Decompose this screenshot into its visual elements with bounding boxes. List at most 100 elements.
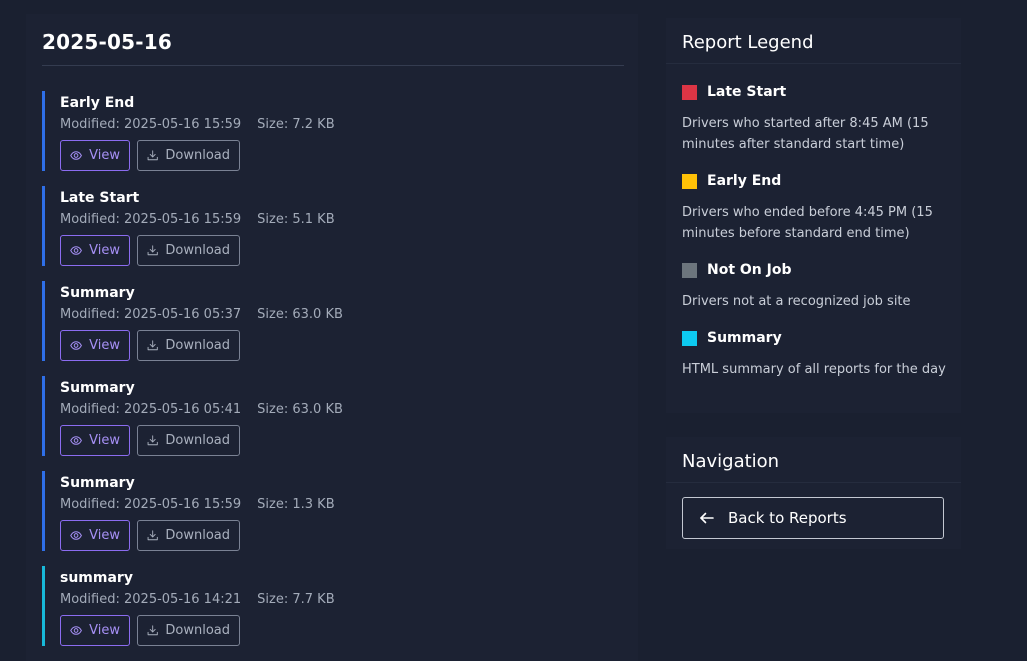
report-title: summary bbox=[60, 570, 133, 586]
download-icon bbox=[147, 340, 158, 351]
download-button-label: Download bbox=[165, 338, 230, 353]
arrow-left-icon bbox=[700, 512, 714, 524]
view-button-label: View bbox=[89, 243, 120, 258]
modified-value: 2025-05-16 05:41 bbox=[124, 402, 242, 417]
legend-description: Drivers who started after 8:45 AM (15 mi… bbox=[682, 116, 929, 152]
download-button-label: Download bbox=[165, 243, 230, 258]
size-prefix: Size: bbox=[257, 402, 289, 417]
report-meta: Modified: 2025-05-16 15:59 Size: 7.2 KB bbox=[60, 117, 335, 132]
report-item: Early End Modified: 2025-05-16 15:59 Size:… bbox=[42, 91, 622, 171]
report-meta: Modified: 2025-05-16 14:21 Size: 7.7 KB bbox=[60, 592, 335, 607]
download-button-label: Download bbox=[165, 148, 230, 163]
view-button-label: View bbox=[89, 338, 120, 353]
report-actions: View Download bbox=[60, 425, 240, 456]
report-list: Early End Modified: 2025-05-16 15:59 Size:… bbox=[42, 91, 622, 661]
report-title: Summary bbox=[60, 285, 135, 301]
report-meta: Modified: 2025-05-16 05:37 Size: 63.0 KB bbox=[60, 307, 343, 322]
divider bbox=[42, 65, 624, 66]
legend-head: Early End bbox=[682, 171, 952, 191]
back-to-reports-button[interactable]: Back to Reports bbox=[682, 497, 944, 539]
report-actions: View Download bbox=[60, 140, 240, 171]
eye-icon bbox=[70, 436, 82, 445]
legend-list: Late Start Drivers who started after 8:45… bbox=[682, 82, 952, 396]
report-title: Early End bbox=[60, 95, 135, 111]
size-prefix: Size: bbox=[257, 307, 289, 322]
legend-swatch bbox=[682, 262, 697, 278]
size-value: 63.0 KB bbox=[292, 402, 343, 417]
view-button-label: View bbox=[89, 148, 120, 163]
modified-prefix: Modified: bbox=[60, 402, 120, 417]
legend-swatch bbox=[682, 173, 697, 189]
size-value: 63.0 KB bbox=[292, 307, 343, 322]
size-value: 7.7 KB bbox=[292, 592, 335, 607]
modified-prefix: Modified: bbox=[60, 592, 120, 607]
download-icon bbox=[147, 150, 158, 161]
size-value: 7.2 KB bbox=[292, 117, 335, 132]
legend-item: Not On Job Drivers not at a recognized jo… bbox=[682, 260, 952, 312]
download-button[interactable]: Download bbox=[137, 235, 240, 266]
report-title: Late Start bbox=[60, 190, 140, 206]
download-icon bbox=[147, 245, 158, 256]
reports-panel: 2025-05-16 Early End Modified: 2025-05-16… bbox=[26, 14, 638, 661]
size-prefix: Size: bbox=[257, 497, 289, 512]
divider bbox=[666, 63, 961, 64]
download-icon bbox=[147, 625, 158, 636]
view-button-label: View bbox=[89, 433, 120, 448]
modified-prefix: Modified: bbox=[60, 117, 120, 132]
legend-item: Summary HTML summary of all reports for t… bbox=[682, 328, 952, 380]
view-button[interactable]: View bbox=[60, 520, 130, 551]
report-title: Summary bbox=[60, 475, 135, 491]
view-button[interactable]: View bbox=[60, 140, 130, 171]
download-button[interactable]: Download bbox=[137, 520, 240, 551]
legend-label: Early End bbox=[707, 173, 782, 189]
back-button-label: Back to Reports bbox=[728, 509, 847, 527]
size-value: 5.1 KB bbox=[292, 212, 335, 227]
eye-icon bbox=[70, 246, 82, 255]
eye-icon bbox=[70, 151, 82, 160]
legend-item: Late Start Drivers who started after 8:45… bbox=[682, 82, 952, 155]
view-button-label: View bbox=[89, 528, 120, 543]
download-button-label: Download bbox=[165, 528, 230, 543]
report-item: Late Start Modified: 2025-05-16 15:59 Size… bbox=[42, 186, 622, 266]
report-item: Summary Modified: 2025-05-16 05:41 Size: 6… bbox=[42, 376, 622, 456]
report-item: summary Modified: 2025-05-16 14:21 Size: 7… bbox=[42, 566, 622, 646]
size-prefix: Size: bbox=[257, 212, 289, 227]
download-button-label: Download bbox=[165, 623, 230, 638]
download-icon bbox=[147, 530, 158, 541]
report-meta: Modified: 2025-05-16 05:41 Size: 63.0 KB bbox=[60, 402, 343, 417]
view-button[interactable]: View bbox=[60, 425, 130, 456]
modified-value: 2025-05-16 15:59 bbox=[124, 497, 242, 512]
legend-head: Late Start bbox=[682, 82, 952, 102]
divider bbox=[666, 482, 961, 483]
legend-swatch bbox=[682, 84, 697, 100]
modified-value: 2025-05-16 14:21 bbox=[124, 592, 242, 607]
download-button[interactable]: Download bbox=[137, 615, 240, 646]
report-meta: Modified: 2025-05-16 15:59 Size: 5.1 KB bbox=[60, 212, 335, 227]
view-button-label: View bbox=[89, 623, 120, 638]
size-prefix: Size: bbox=[257, 592, 289, 607]
report-legend-card: Report Legend Late Start Drivers who star… bbox=[666, 18, 961, 413]
size-prefix: Size: bbox=[257, 117, 289, 132]
eye-icon bbox=[70, 626, 82, 635]
report-actions: View Download bbox=[60, 235, 240, 266]
report-actions: View Download bbox=[60, 520, 240, 551]
navigation-title: Navigation bbox=[682, 451, 780, 472]
legend-description: Drivers not at a recognized job site bbox=[682, 294, 911, 309]
download-button[interactable]: Download bbox=[137, 330, 240, 361]
modified-prefix: Modified: bbox=[60, 212, 120, 227]
download-button[interactable]: Download bbox=[137, 140, 240, 171]
legend-description: HTML summary of all reports for the day bbox=[682, 362, 946, 377]
report-item: Summary Modified: 2025-05-16 05:37 Size: 6… bbox=[42, 281, 622, 361]
report-actions: View Download bbox=[60, 615, 240, 646]
eye-icon bbox=[70, 341, 82, 350]
report-item: Summary Modified: 2025-05-16 15:59 Size: 1… bbox=[42, 471, 622, 551]
download-button[interactable]: Download bbox=[137, 425, 240, 456]
view-button[interactable]: View bbox=[60, 330, 130, 361]
report-actions: View Download bbox=[60, 330, 240, 361]
navigation-card: Navigation Back to Reports bbox=[666, 437, 961, 549]
legend-head: Summary bbox=[682, 328, 952, 348]
view-button[interactable]: View bbox=[60, 235, 130, 266]
modified-value: 2025-05-16 15:59 bbox=[124, 212, 242, 227]
view-button[interactable]: View bbox=[60, 615, 130, 646]
report-day-page: 2025-05-16 Early End Modified: 2025-05-16… bbox=[0, 0, 1027, 661]
